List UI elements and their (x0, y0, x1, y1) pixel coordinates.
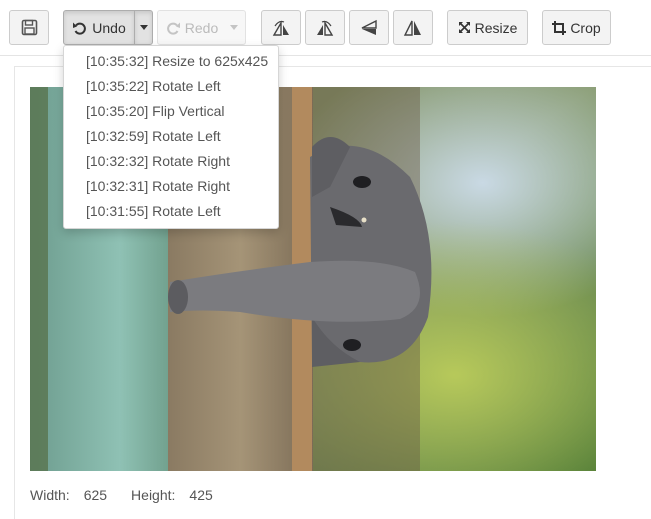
redo-label: Redo (184, 19, 219, 36)
flip-horizontal-icon (403, 19, 423, 37)
undo-button[interactable]: Undo (63, 10, 135, 45)
flip-horizontal-button[interactable] (393, 10, 433, 45)
redo-button[interactable]: Redo (157, 10, 246, 45)
undo-history-menu: [10:35:32] Resize to 625x425 [10:35:22] … (63, 45, 279, 229)
history-item[interactable]: [10:32:59] Rotate Left (64, 124, 278, 149)
image-dimensions: Width: 625 Height: 425 (30, 487, 213, 505)
redo-arrow-icon (165, 20, 181, 36)
crop-icon (552, 20, 567, 35)
height-label: Height: (131, 487, 176, 503)
floppy-disk-icon (21, 19, 38, 36)
rotate-left-button[interactable] (261, 10, 301, 45)
resize-arrows-icon (458, 21, 471, 34)
history-item[interactable]: [10:35:20] Flip Vertical (64, 99, 278, 124)
chevron-down-icon (230, 25, 239, 30)
flip-vertical-button[interactable] (349, 10, 389, 45)
width-label: Width: (30, 487, 70, 503)
chevron-down-icon (139, 25, 148, 30)
history-item[interactable]: [10:35:32] Resize to 625x425 (64, 49, 278, 74)
resize-button[interactable]: Resize (447, 10, 528, 45)
resize-label: Resize (474, 19, 518, 36)
undo-arrow-icon (72, 20, 88, 36)
undo-history-toggle[interactable] (134, 10, 153, 45)
history-item[interactable]: [10:35:22] Rotate Left (64, 74, 278, 99)
flip-vertical-icon (359, 19, 379, 37)
rotate-right-icon (315, 19, 335, 37)
history-item[interactable]: [10:32:32] Rotate Right (64, 149, 278, 174)
undo-label: Undo (92, 19, 126, 36)
rotate-right-button[interactable] (305, 10, 345, 45)
crop-label: Crop (570, 19, 601, 36)
history-item[interactable]: [10:32:31] Rotate Right (64, 174, 278, 199)
history-item[interactable]: [10:31:55] Rotate Left (64, 199, 278, 224)
width-value: 625 (83, 487, 108, 503)
crop-button[interactable]: Crop (542, 10, 611, 45)
height-value: 425 (189, 487, 213, 503)
save-button[interactable] (9, 10, 49, 45)
rotate-left-icon (271, 19, 291, 37)
